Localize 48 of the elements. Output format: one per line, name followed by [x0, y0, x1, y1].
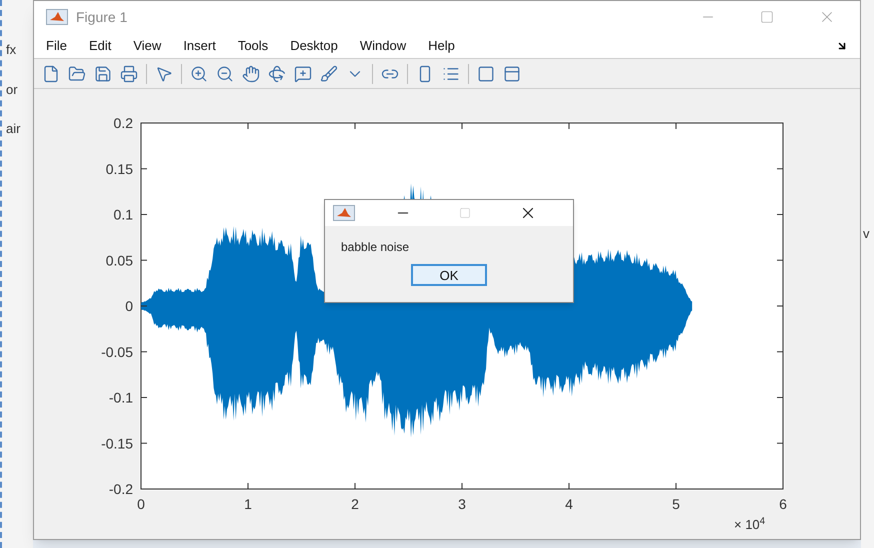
matlab-logo-icon [333, 205, 355, 221]
background-text: fx [5, 41, 18, 59]
x-tick-label: 6 [779, 496, 787, 512]
x-tick-label: 2 [351, 496, 359, 512]
printer-icon[interactable] [120, 64, 138, 82]
zoom-in-icon[interactable] [190, 64, 208, 82]
zoom-out-icon[interactable] [216, 64, 234, 82]
pointer-icon[interactable] [155, 64, 173, 82]
x-tick-label: 1 [244, 496, 252, 512]
menu-item[interactable]: Window [360, 36, 406, 56]
y-tick-label: 0 [125, 298, 133, 314]
save-icon[interactable] [94, 64, 112, 82]
pan-icon[interactable] [242, 64, 260, 82]
x-tick-label: 4 [565, 496, 573, 512]
menu-item[interactable]: Desktop [290, 36, 338, 56]
panel-icon[interactable] [503, 64, 521, 82]
x-tick-label: 3 [458, 496, 466, 512]
rotate-icon[interactable] [268, 64, 286, 82]
y-tick-label: -0.05 [101, 344, 133, 360]
menu-item[interactable]: Edit [88, 36, 112, 56]
menu-item[interactable]: Insert [183, 36, 216, 56]
x-axis-multiplier: × 10$^{4}$ [734, 515, 766, 534]
background-text: v [862, 225, 870, 243]
matlab-logo-icon [46, 9, 68, 25]
menu-item[interactable]: Tools [238, 36, 268, 56]
x-tick-label: 0 [137, 496, 145, 512]
y-tick-label: 0.15 [106, 160, 133, 177]
menu-item[interactable]: View [133, 36, 162, 56]
x-tick-label: 5 [672, 496, 680, 512]
y-tick-label: 0.2 [114, 115, 133, 131]
y-tick-label: 0.05 [106, 252, 133, 268]
background-text: or [5, 80, 19, 98]
new-file-icon[interactable] [42, 64, 60, 82]
window-title: Figure 1 [76, 8, 128, 27]
y-tick-label: -0.15 [101, 435, 133, 452]
y-tick-label: -0.1 [108, 390, 133, 406]
square-icon[interactable] [477, 64, 495, 82]
maximize-icon[interactable] [760, 10, 774, 24]
dialog-message: babble noise [340, 239, 410, 256]
menu-item[interactable]: File [46, 36, 67, 56]
ok-button[interactable]: OK [411, 264, 487, 286]
data-tip-icon[interactable] [294, 64, 312, 82]
brush-icon[interactable] [320, 64, 338, 82]
y-tick-label: -0.2 [108, 481, 133, 497]
open-folder-icon[interactable] [68, 64, 86, 82]
menu-item[interactable]: Help [428, 36, 455, 56]
background-text: air [5, 120, 22, 138]
y-tick-label: 0.1 [114, 206, 133, 222]
